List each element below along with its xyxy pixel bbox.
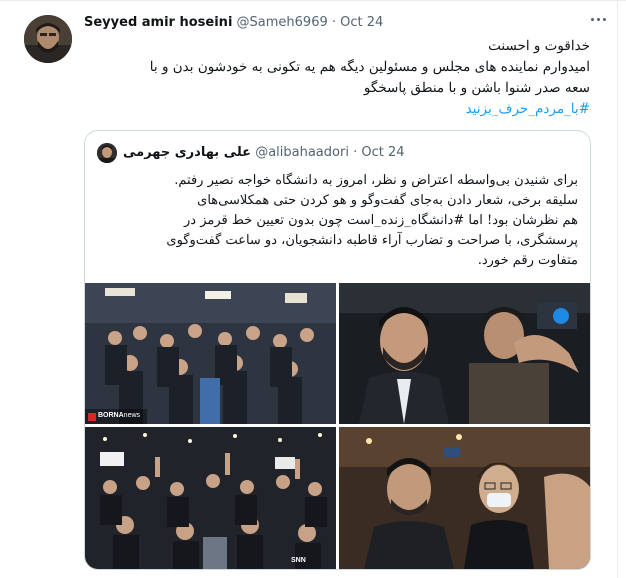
quoted-author-handle[interactable]: @alibahaadori <box>255 145 349 160</box>
tweet-line: امیدوارم نماینده های مجلس و مسئولین دیگه… <box>149 59 590 75</box>
quoted-line: هم نظرشان بود! اما #دانشگاه_زنده_است چون… <box>184 213 578 228</box>
quoted-header: علی بهادری جهرمی @alibahaadori · Oct 24 <box>123 145 405 160</box>
quoted-line: برای شنیدن بی‌واسطه اعتراض و نظر، امروز … <box>174 173 578 188</box>
quoted-separator-dot: · <box>353 145 358 160</box>
tweet-line: خداقوت و احسنت <box>488 38 590 54</box>
avatar-image <box>24 15 72 63</box>
media-photo-1[interactable]: BORNAnews <box>85 283 336 424</box>
divider-top <box>0 0 626 1</box>
hashtag-link[interactable]: #با_مردم_حرف_بزنید <box>466 101 590 117</box>
author-handle[interactable]: @Sameh6969 <box>237 15 328 30</box>
quoted-author-name[interactable]: علی بهادری جهرمی <box>123 145 251 160</box>
quoted-line: سلیقه برخی، شعار دادن به‌جای گفت‌وگو و ه… <box>197 193 578 208</box>
quoted-avatar[interactable] <box>97 143 117 163</box>
quoted-text: برای شنیدن بی‌واسطه اعتراض و نظر، امروز … <box>97 171 578 271</box>
quoted-date[interactable]: Oct 24 <box>361 145 404 160</box>
tweet-header: Seyyed amir hoseini @Sameh6969 · Oct 24 <box>84 15 383 30</box>
quoted-line: پرسشگری، با صراحت و تضارب آراء قاطبه دان… <box>166 233 578 248</box>
snn-watermark: SNN <box>291 557 306 564</box>
tweet-line: سعه صدر شنوا باشن و با منطق پاسخگو <box>363 80 590 96</box>
tweet-date[interactable]: Oct 24 <box>340 15 383 30</box>
media-photo-3[interactable]: SNN <box>85 427 336 569</box>
author-name[interactable]: Seyyed amir hoseini <box>84 15 232 30</box>
more-icon[interactable] <box>590 14 608 24</box>
divider-right <box>617 0 618 578</box>
avatar[interactable] <box>24 15 72 63</box>
borna-watermark: BORNAnews <box>98 412 141 419</box>
quoted-avatar-image <box>97 143 117 163</box>
media-photo-4[interactable] <box>339 427 590 569</box>
separator-dot: · <box>331 15 337 30</box>
quoted-tweet[interactable]: علی بهادری جهرمی @alibahaadori · Oct 24 … <box>84 130 591 570</box>
quoted-line: متفاوت رقم خورد. <box>477 253 578 268</box>
tweet-text: خداقوت و احسنت امیدوارم نماینده های مجلس… <box>84 36 590 120</box>
media-photo-2[interactable] <box>339 283 590 424</box>
